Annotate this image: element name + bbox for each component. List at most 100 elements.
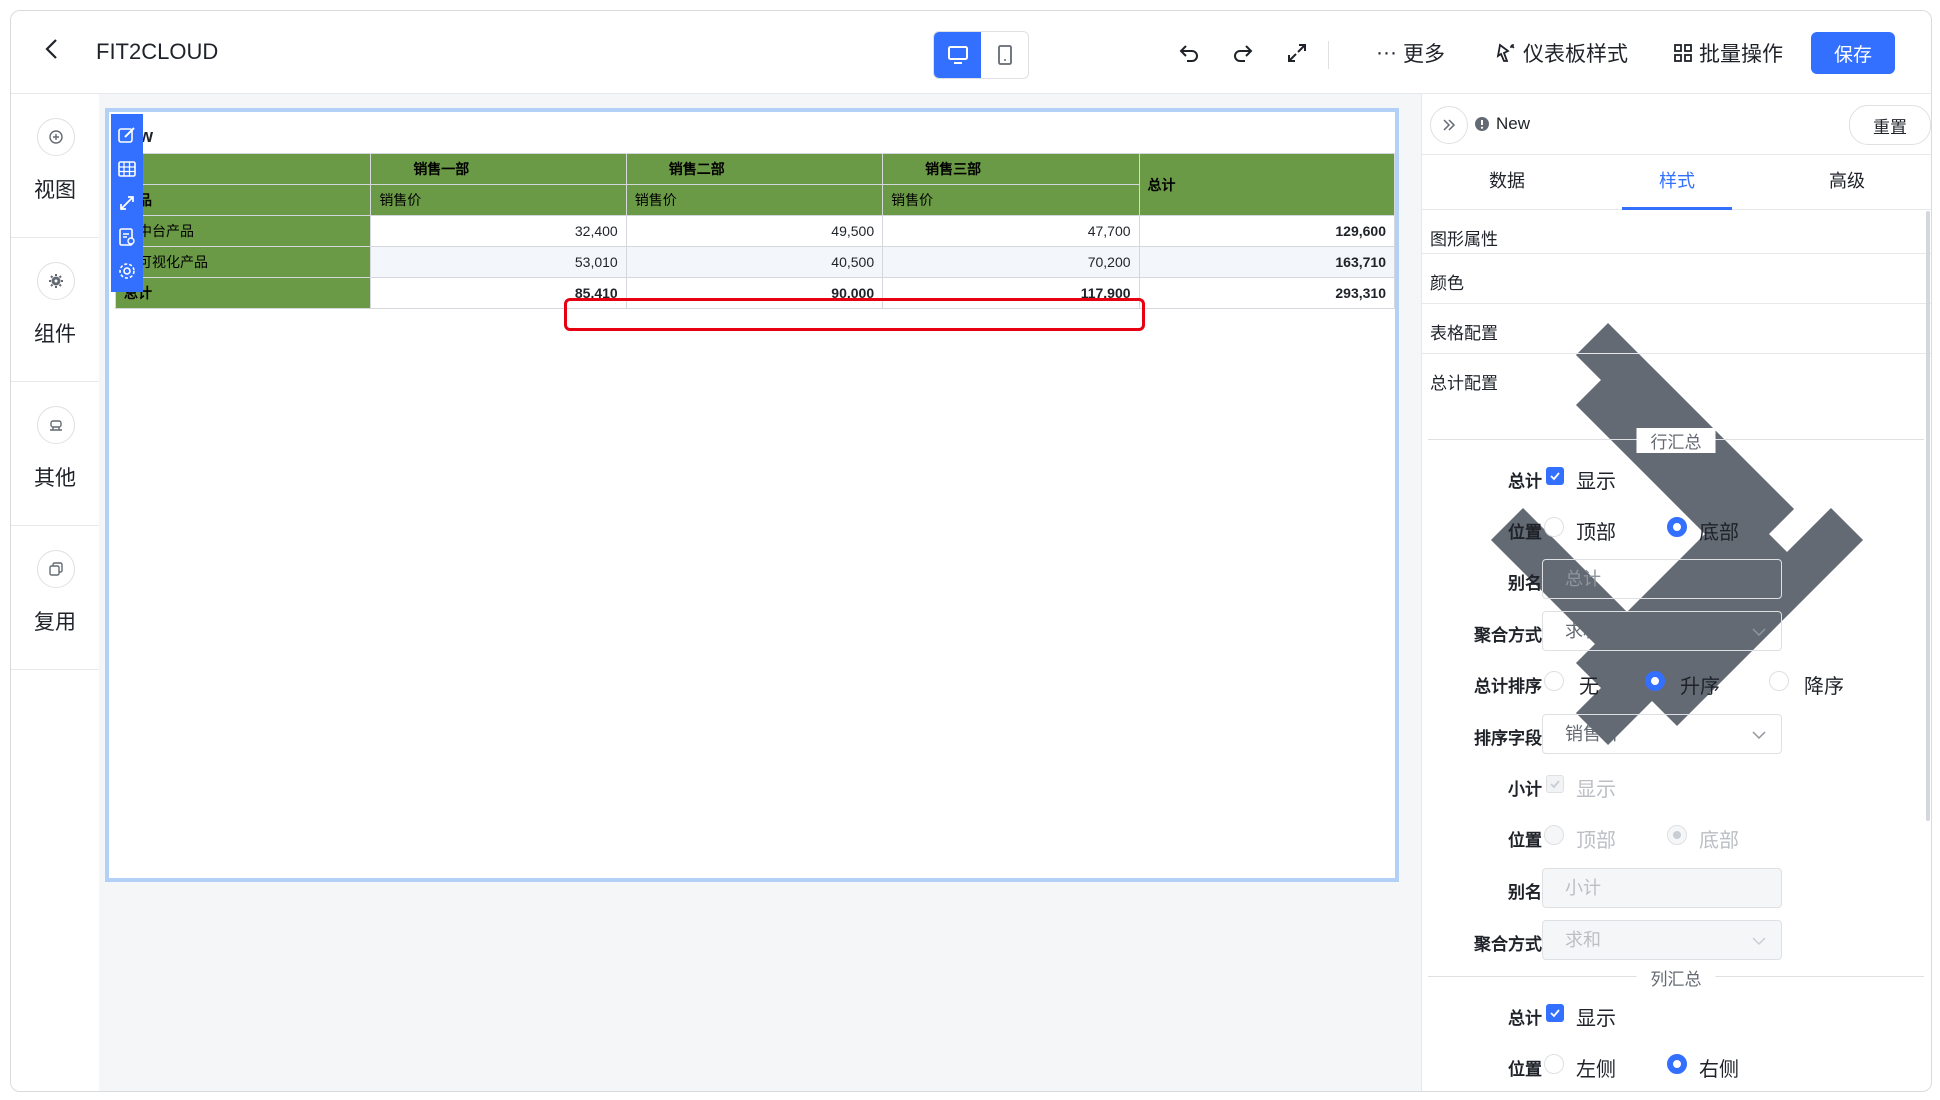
- row-header-cell[interactable]: 居可视化产品: [114, 246, 372, 278]
- accordion-color[interactable]: 颜色: [1422, 253, 1931, 696]
- value-cell[interactable]: 47,700: [882, 215, 1140, 247]
- chevron-down-icon: [1752, 628, 1766, 637]
- save-button[interactable]: 保存: [1811, 32, 1895, 74]
- expand-icon[interactable]: [116, 192, 138, 214]
- col-header-cell[interactable]: 销售三部: [882, 153, 1140, 185]
- copy-icon: [37, 550, 75, 588]
- row-summary-divider: 行汇总: [1428, 428, 1924, 453]
- subtotal-checkbox[interactable]: [1546, 775, 1564, 793]
- column-total-cell[interactable]: 90,000: [625, 277, 884, 309]
- col-header-cell[interactable]: 销售二部: [625, 153, 884, 185]
- field-label: 聚合方式: [1474, 935, 1542, 954]
- sort-field-select[interactable]: 销售价: [1542, 714, 1782, 754]
- sub-alias-input[interactable]: 小计: [1542, 868, 1782, 908]
- field-label: 排序字段: [1474, 729, 1542, 748]
- option-label: 显示: [1576, 779, 1616, 801]
- aggregation-select[interactable]: 求和: [1542, 611, 1782, 651]
- col-summary-title: 列汇总: [1636, 965, 1716, 990]
- fullscreen-icon[interactable]: [1285, 41, 1309, 65]
- collapse-panel-button[interactable]: [1430, 106, 1468, 144]
- subtotal-agg-field: 聚合方式 求和: [1422, 920, 1931, 960]
- back-arrow-icon[interactable]: [41, 37, 65, 61]
- column-total-cell[interactable]: 85,410: [370, 277, 627, 309]
- subtotal-position-field: 位置 顶部 底部: [1422, 816, 1931, 856]
- total-row-header-cell[interactable]: 总计: [114, 277, 372, 309]
- app-title: FIT2CLOUD: [96, 39, 219, 64]
- panel-scrollbar[interactable]: [1926, 211, 1930, 821]
- table-grid-icon[interactable]: [116, 158, 138, 180]
- property-panel: New 重置 数据 样式 高级 图形属性 颜色 表格配置 总计配置 行汇总 总计…: [1421, 94, 1931, 1091]
- field-label: 位置: [1508, 831, 1542, 850]
- redo-icon[interactable]: [1231, 41, 1255, 65]
- col-header-cell[interactable]: 销售一部: [370, 153, 627, 185]
- sidebar-item-label: 视图: [34, 179, 76, 202]
- position-bottom-radio[interactable]: [1667, 517, 1687, 537]
- measure-header-cell[interactable]: 销售价: [882, 184, 1140, 216]
- desktop-view-button[interactable]: [934, 32, 981, 78]
- position-top-radio[interactable]: [1544, 517, 1564, 537]
- sidebar-item-label: 复用: [34, 611, 76, 634]
- edit-icon[interactable]: [116, 124, 138, 146]
- select-value: 销售价: [1565, 724, 1619, 744]
- sub-aggregation-select[interactable]: 求和: [1542, 920, 1782, 960]
- sub-position-bottom-radio[interactable]: [1667, 825, 1687, 845]
- accordion-table-config[interactable]: 表格配置: [1422, 303, 1931, 746]
- total-header-cell[interactable]: 总计: [1138, 153, 1396, 216]
- option-label: 显示: [1576, 471, 1616, 493]
- row-dim-header-cell[interactable]: 产品: [114, 184, 372, 216]
- measure-header-cell[interactable]: 销售价: [370, 184, 627, 216]
- value-cell[interactable]: 40,500: [625, 246, 884, 278]
- sidebar-item-other[interactable]: 其他: [11, 382, 99, 526]
- sidebar-item-view[interactable]: 视图: [11, 94, 99, 238]
- value-cell[interactable]: 49,500: [625, 215, 884, 247]
- dashboard-style-button[interactable]: 仪表板样式: [1495, 38, 1628, 68]
- alias-input[interactable]: 总计: [1542, 559, 1782, 599]
- value-cell[interactable]: 53,010: [370, 246, 627, 278]
- sub-position-top-radio[interactable]: [1544, 825, 1564, 845]
- mobile-view-button[interactable]: [981, 32, 1028, 78]
- plus-circle-icon: [37, 118, 75, 156]
- app-window: FIT2CLOUD ··· 更多 仪表板样式 批量操作 保存 视图 组件 其他 …: [10, 10, 1932, 1092]
- col-total-checkbox[interactable]: [1546, 1004, 1564, 1022]
- detail-icon[interactable]: [116, 226, 138, 248]
- settings-icon[interactable]: [116, 260, 138, 282]
- reset-button[interactable]: 重置: [1849, 105, 1931, 145]
- option-label: 右侧: [1699, 1059, 1739, 1081]
- field-label: 总计: [1508, 472, 1542, 491]
- dim-header-cell[interactable]: 门: [114, 153, 372, 185]
- option-label: 无: [1579, 676, 1599, 698]
- row-total-cell[interactable]: 129,600: [1138, 215, 1396, 247]
- option-label: 显示: [1576, 1008, 1616, 1030]
- position-right-radio[interactable]: [1667, 1054, 1687, 1074]
- pivot-table-widget[interactable]: w 门 销售一部 销售二部 销售三部 总计 产品 销售价 销售价 销售价 居中台…: [105, 108, 1399, 882]
- batch-operation-button[interactable]: 批量操作: [1673, 38, 1783, 68]
- sidebar-item-reuse[interactable]: 复用: [11, 526, 99, 670]
- row-header-cell[interactable]: 居中台产品: [114, 215, 372, 247]
- tab-advanced[interactable]: 高级: [1762, 154, 1931, 209]
- sort-none-radio[interactable]: [1544, 671, 1564, 691]
- col-position-field: 位置 左侧 右侧: [1422, 1045, 1931, 1085]
- position-left-radio[interactable]: [1544, 1054, 1564, 1074]
- undo-icon[interactable]: [1177, 41, 1201, 65]
- row-total-field: 总计 显示: [1422, 457, 1931, 497]
- more-button[interactable]: ··· 更多: [1376, 38, 1445, 68]
- sort-asc-radio[interactable]: [1645, 671, 1665, 691]
- option-label: 降序: [1804, 676, 1844, 698]
- sort-desc-radio[interactable]: [1769, 671, 1789, 691]
- more-label: 更多: [1402, 43, 1445, 66]
- row-total-checkbox[interactable]: [1546, 467, 1564, 485]
- dashboard-canvas[interactable]: w 门 销售一部 销售二部 销售三部 总计 产品 销售价 销售价 销售价 居中台…: [99, 94, 1421, 1091]
- accordion-total-config[interactable]: 总计配置: [1422, 353, 1931, 727]
- sidebar-item-component[interactable]: 组件: [11, 238, 99, 382]
- value-cell[interactable]: 32,400: [370, 215, 627, 247]
- row-position-field: 位置 顶部 底部: [1422, 508, 1931, 548]
- column-total-cell[interactable]: 117,900: [882, 277, 1140, 309]
- grand-total-cell[interactable]: 293,310: [1138, 277, 1396, 309]
- tab-data[interactable]: 数据: [1422, 154, 1592, 209]
- value-cell[interactable]: 70,200: [882, 246, 1140, 278]
- stamp-icon: [37, 406, 75, 444]
- tab-style[interactable]: 样式: [1592, 154, 1762, 210]
- measure-header-cell[interactable]: 销售价: [625, 184, 884, 216]
- row-total-cell[interactable]: 163,710: [1138, 246, 1396, 278]
- toolbar-divider: [1328, 41, 1329, 69]
